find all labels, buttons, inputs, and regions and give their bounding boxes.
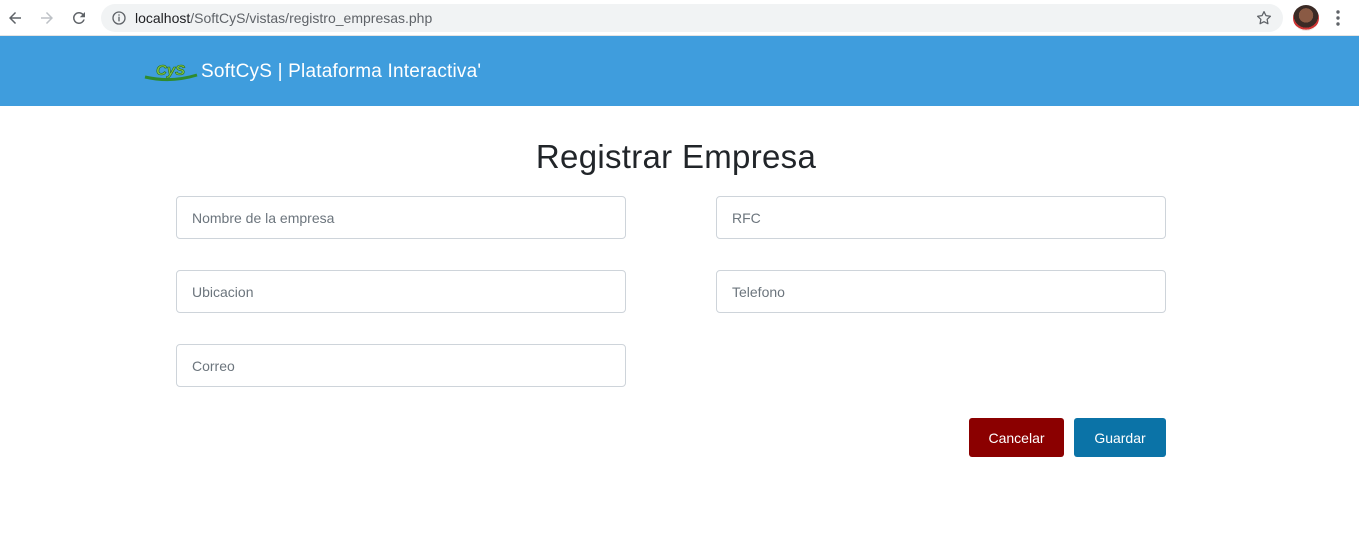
bookmark-star-icon[interactable] bbox=[1255, 9, 1273, 27]
brand-link[interactable]: CyS SoftCyS | Plataforma Interactiva' bbox=[143, 58, 481, 86]
company-name-input[interactable] bbox=[176, 196, 626, 239]
url-path: /SoftCyS/vistas/registro_empresas.php bbox=[190, 10, 433, 26]
address-bar[interactable]: localhost/SoftCyS/vistas/registro_empres… bbox=[101, 4, 1283, 32]
app-header: CyS SoftCyS | Plataforma Interactiva' bbox=[0, 36, 1359, 106]
profile-avatar[interactable] bbox=[1293, 5, 1319, 31]
rfc-input[interactable] bbox=[716, 196, 1166, 239]
softcys-logo: CyS bbox=[144, 62, 198, 82]
phone-input[interactable] bbox=[716, 270, 1166, 313]
more-menu-icon[interactable] bbox=[1328, 8, 1348, 28]
arrow-left-icon bbox=[9, 12, 21, 24]
url-text[interactable]: localhost/SoftCyS/vistas/registro_empres… bbox=[135, 10, 432, 26]
back-button[interactable] bbox=[3, 6, 27, 30]
page-title: Registrar Empresa bbox=[535, 138, 817, 175]
reload-icon bbox=[72, 11, 85, 24]
browser-toolbar: localhost/SoftCyS/vistas/registro_empres… bbox=[0, 0, 1359, 36]
url-host: localhost bbox=[135, 10, 191, 26]
forward-button[interactable] bbox=[35, 6, 59, 30]
arrow-right-icon bbox=[41, 12, 53, 24]
location-input[interactable] bbox=[176, 270, 626, 313]
brand-title: SoftCyS | Plataforma Interactiva' bbox=[201, 61, 482, 82]
logo-text: CyS bbox=[156, 62, 185, 79]
email-input[interactable] bbox=[176, 344, 626, 387]
info-icon[interactable] bbox=[111, 10, 127, 26]
cancel-button[interactable]: Cancelar bbox=[969, 418, 1064, 457]
reload-button[interactable] bbox=[67, 6, 91, 30]
save-button[interactable]: Guardar bbox=[1074, 418, 1166, 457]
